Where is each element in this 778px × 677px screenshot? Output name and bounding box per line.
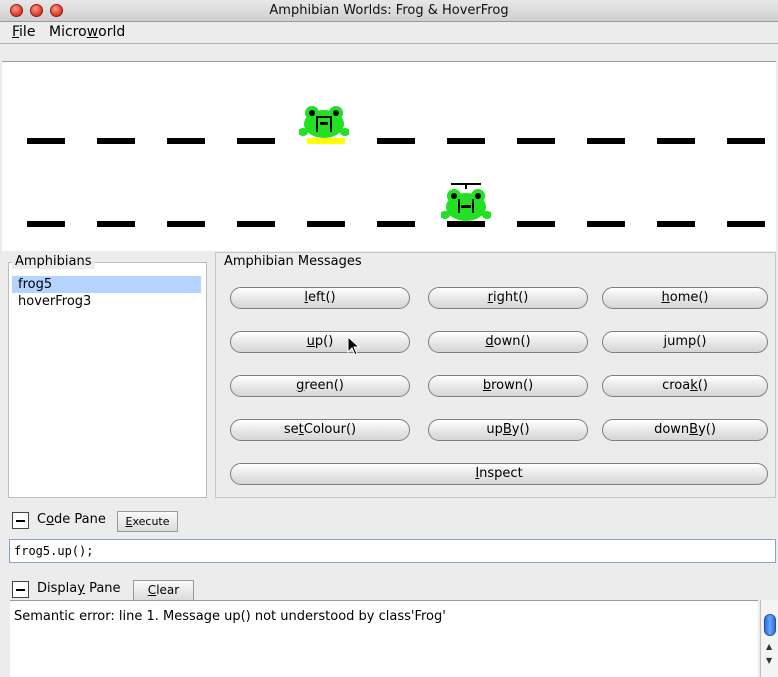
- brown-button[interactable]: brown(): [428, 375, 588, 397]
- lily-pad-marker: [377, 138, 415, 144]
- display-output: Semantic error: line 1. Message up() not…: [10, 600, 758, 677]
- lily-pad-marker: [237, 221, 275, 227]
- menu-microworld[interactable]: Microworld: [49, 24, 125, 40]
- home-button[interactable]: home(): [602, 287, 768, 309]
- jump-button[interactable]: jump(): [602, 331, 768, 353]
- lily-pad-marker: [97, 138, 135, 144]
- lily-pad-marker: [517, 138, 555, 144]
- amphibians-heading: Amphibians: [12, 254, 95, 269]
- amphibian-item-frog5[interactable]: frog5: [12, 276, 201, 293]
- upby-button[interactable]: upBy(): [428, 419, 588, 441]
- lily-pad-marker: [167, 138, 205, 144]
- right-button[interactable]: right(): [428, 287, 588, 309]
- code-pane-collapse-toggle[interactable]: [12, 512, 29, 529]
- frog5-sprite[interactable]: [299, 106, 349, 140]
- lily-pad-marker: [587, 138, 625, 144]
- code-pane-header: Code Pane Execute: [0, 507, 778, 537]
- lily-pad-marker: [727, 221, 765, 227]
- lily-pad-marker: [657, 138, 695, 144]
- scroll-down-arrow-icon[interactable]: ▼: [766, 656, 772, 665]
- scroll-up-arrow-icon[interactable]: ▲: [766, 642, 772, 651]
- display-scrollbar[interactable]: ▲ ▼: [760, 600, 778, 677]
- lily-pad-marker: [587, 221, 625, 227]
- app-window: Amphibian Worlds: Frog & HoverFrog File …: [0, 0, 778, 677]
- hoverfrog3-sprite[interactable]: [441, 181, 491, 223]
- lily-pad-marker: [447, 138, 485, 144]
- downby-button[interactable]: downBy(): [602, 419, 768, 441]
- lily-pad-marker: [97, 221, 135, 227]
- lily-pad-marker: [237, 138, 275, 144]
- down-button[interactable]: down(): [428, 331, 588, 353]
- code-input[interactable]: frog5.up();: [9, 539, 776, 563]
- croak-button[interactable]: croak(): [602, 375, 768, 397]
- amphibian-messages-heading: Amphibian Messages: [221, 254, 365, 269]
- lily-pad-marker: [167, 221, 205, 227]
- lily-pad-marker: [27, 221, 65, 227]
- up-button[interactable]: up(): [230, 331, 410, 353]
- execute-button[interactable]: Execute: [117, 511, 178, 532]
- lily-pad-marker: [27, 138, 65, 144]
- menu-bar: File Microworld: [0, 23, 778, 44]
- scroll-thumb[interactable]: [764, 614, 776, 636]
- lily-pad-marker: [657, 221, 695, 227]
- amphibians-panel: Amphibians frog5 hoverFrog3: [8, 252, 207, 498]
- green-button[interactable]: green(): [230, 375, 410, 397]
- window-title: Amphibian Worlds: Frog & HoverFrog: [269, 3, 509, 18]
- title-bar: Amphibian Worlds: Frog & HoverFrog: [0, 0, 778, 22]
- setcolour-button[interactable]: setColour(): [230, 419, 410, 441]
- left-button[interactable]: left(): [230, 287, 410, 309]
- menu-file[interactable]: File: [12, 24, 35, 40]
- lily-pad-marker: [727, 138, 765, 144]
- display-pane-label: Display Pane: [37, 581, 121, 596]
- amphibian-item-hoverfrog3[interactable]: hoverFrog3: [12, 293, 201, 310]
- lily-pad-marker: [307, 221, 345, 227]
- microworld-canvas[interactable]: [2, 61, 776, 251]
- lily-pad-marker: [517, 221, 555, 227]
- display-pane-collapse-toggle[interactable]: [12, 581, 29, 598]
- clear-button[interactable]: Clear: [133, 580, 194, 601]
- code-pane-label: Code Pane: [37, 512, 106, 527]
- lily-pad-marker: [377, 221, 415, 227]
- inspect-button[interactable]: Inspect: [230, 463, 768, 485]
- mouse-pointer-icon: [347, 336, 361, 356]
- amphibians-list: frog5 hoverFrog3: [12, 276, 201, 310]
